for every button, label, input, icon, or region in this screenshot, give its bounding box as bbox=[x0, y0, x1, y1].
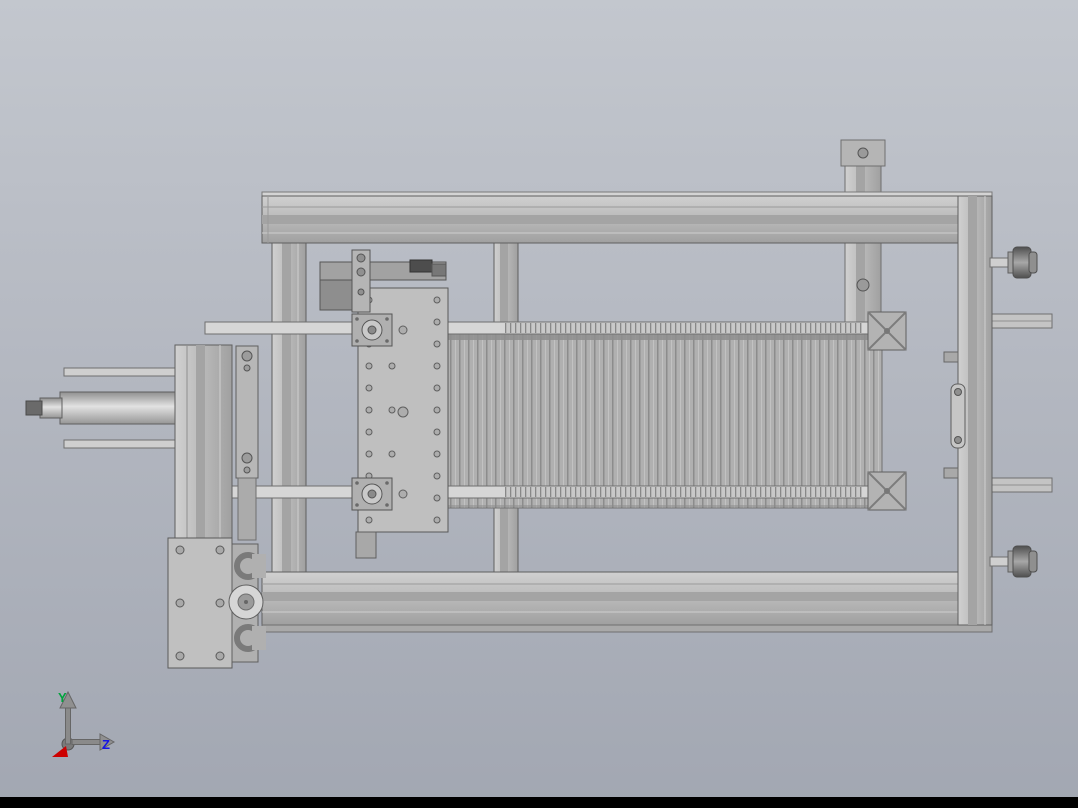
cross-connector-upper[interactable] bbox=[867, 311, 907, 351]
cross-connector-lower[interactable] bbox=[867, 471, 907, 511]
carriage-foot bbox=[355, 531, 377, 559]
carriage-plate[interactable] bbox=[351, 287, 449, 559]
actuator-dark-block bbox=[409, 259, 433, 273]
machine-assembly-drawing[interactable]: Y Z bbox=[0, 0, 1078, 808]
z-axis-arrow bbox=[71, 739, 101, 745]
ribbed-panel[interactable] bbox=[437, 331, 883, 509]
right-side-rails[interactable] bbox=[989, 313, 1053, 493]
lead-screw-threads-lower bbox=[505, 487, 862, 497]
bottom-bar bbox=[0, 797, 1078, 808]
lead-screw-threads bbox=[505, 323, 862, 333]
left-mount-plate[interactable] bbox=[174, 344, 259, 559]
frame-left-upright[interactable] bbox=[271, 242, 307, 573]
adjustment-knob-upper[interactable] bbox=[989, 246, 1038, 279]
frame-bottom-beam[interactable] bbox=[261, 571, 993, 633]
orientation-triad[interactable]: Y Z bbox=[52, 690, 116, 757]
cad-viewport[interactable]: Y Z bbox=[0, 0, 1078, 808]
y-axis-arrow bbox=[65, 705, 71, 745]
frame-top-beam[interactable] bbox=[261, 191, 993, 244]
bottom-left-plate[interactable] bbox=[167, 537, 233, 669]
rod-end-boss-upper bbox=[351, 313, 393, 347]
z-axis-label: Z bbox=[102, 737, 110, 752]
shaft-assembly[interactable] bbox=[25, 367, 183, 449]
lower-guide-rod[interactable] bbox=[204, 485, 888, 499]
adjustment-knob-lower[interactable] bbox=[989, 545, 1038, 578]
upper-guide-rod[interactable] bbox=[204, 321, 888, 335]
rod-end-boss-lower bbox=[351, 477, 393, 511]
y-axis-label: Y bbox=[58, 690, 67, 705]
roller-bracket[interactable] bbox=[228, 543, 266, 663]
x-axis-arrowhead bbox=[52, 746, 68, 757]
